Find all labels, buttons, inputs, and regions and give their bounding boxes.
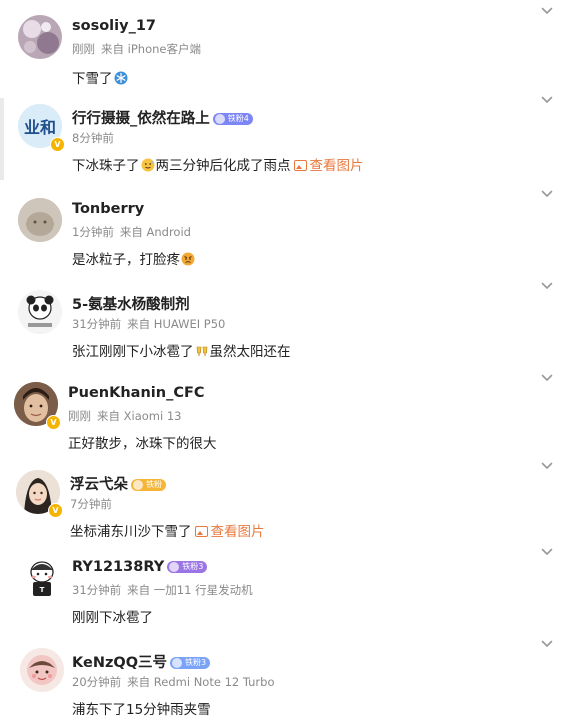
chevron-down-icon[interactable] <box>541 372 553 384</box>
chevron-down-icon[interactable] <box>541 188 553 200</box>
chevron-down-icon[interactable] <box>541 546 553 558</box>
comment-meta: 7分钟前 <box>70 497 112 511</box>
avatar[interactable] <box>18 198 62 242</box>
divider <box>0 98 4 180</box>
cheers-emoji <box>195 344 209 358</box>
comment-text: 刚刚下冰雹了 <box>72 610 153 626</box>
comment-meta: 8分钟前 <box>72 131 114 145</box>
view-picture-link[interactable]: 查看图片 <box>293 158 364 174</box>
comment-text: 下雪了 <box>72 67 129 87</box>
fan-rank-badge: 铁粉3 <box>170 657 211 669</box>
comment-meta: 刚刚 来自 Xiaomi 13 <box>68 409 182 423</box>
username[interactable]: PuenKhanin_CFC <box>68 385 205 401</box>
comment-meta: 1分钟前 来自 Android <box>72 225 191 239</box>
comment-text: 浦东下了15分钟雨夹雪 <box>72 702 211 718</box>
fan-rank-badge: 铁粉4 <box>212 113 253 125</box>
comment-meta: 刚刚 来自 iPhone客户端 <box>72 42 201 56</box>
fan-rank-badge: 铁粉3 <box>167 561 208 573</box>
avatar[interactable] <box>18 15 62 59</box>
comment-meta: 31分钟前 来自 HUAWEI P50 <box>72 317 226 331</box>
view-picture-link[interactable]: 查看图片 <box>194 524 265 540</box>
fan-rank-badge: 铁粉 <box>131 479 166 491</box>
chevron-down-icon[interactable] <box>541 5 553 17</box>
username[interactable]: 行行摄摄_依然在路上 铁粉4 <box>72 107 253 128</box>
comment-text: 正好散步，冰珠下的很大 <box>68 436 217 452</box>
comment-text: 下冰珠子了 两三分钟后化成了雨点 查看图片 <box>72 158 364 174</box>
username[interactable]: RY12138RY 铁粉3 <box>72 559 208 575</box>
verified-badge-icon: V <box>50 137 65 152</box>
snowflake-emoji <box>114 71 128 85</box>
avatar[interactable] <box>18 290 62 334</box>
username[interactable]: 浮云弋朵 铁粉 <box>70 473 166 494</box>
chevron-down-icon[interactable] <box>541 638 553 650</box>
comment-text: 是冰粒子，打脸疼 <box>72 248 196 268</box>
comment-text: 坐标浦东川沙下雪了 查看图片 <box>70 524 265 540</box>
verified-badge-icon: V <box>46 415 61 430</box>
chevron-down-icon[interactable] <box>541 460 553 472</box>
comment-list: sosoliy_17 刚刚 来自 iPhone客户端 下雪了 业和 V 行行摄摄_… <box>0 0 571 720</box>
comment-meta: 20分钟前 来自 Redmi Note 12 Turbo <box>72 675 275 689</box>
username[interactable]: sosoliy_17 <box>72 18 156 34</box>
username[interactable]: Tonberry <box>72 201 144 217</box>
username[interactable]: KeNzQQ三号 铁粉3 <box>72 651 211 672</box>
avatar[interactable]: T <box>20 556 64 600</box>
chevron-down-icon[interactable] <box>541 280 553 292</box>
avatar[interactable] <box>20 648 64 692</box>
comment-text: 张江刚刚下小冰雹了 虽然太阳还在 <box>72 344 291 360</box>
chevron-down-icon[interactable] <box>541 94 553 106</box>
picture-icon <box>194 526 208 537</box>
sweat-face-emoji <box>141 158 155 172</box>
username[interactable]: 5-氨基水杨酸制剂 <box>72 293 190 314</box>
svg-text:T: T <box>40 586 45 594</box>
picture-icon <box>293 160 307 171</box>
svg-text:业和: 业和 <box>24 118 56 137</box>
angry-face-emoji <box>181 252 195 266</box>
comment-meta: 31分钟前 来自 一加11 行星发动机 <box>72 583 253 597</box>
verified-badge-icon: V <box>48 503 63 518</box>
